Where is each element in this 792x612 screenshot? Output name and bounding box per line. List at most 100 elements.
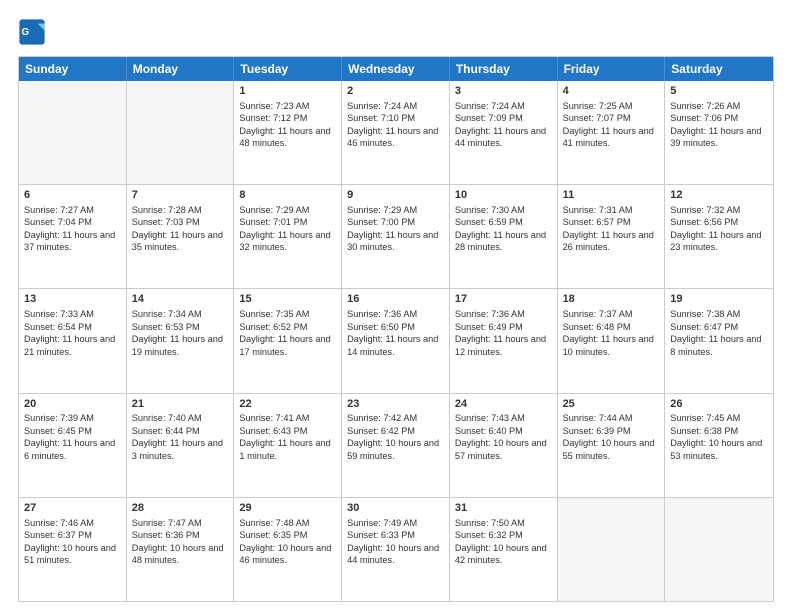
sunrise-text: Sunrise: 7:28 AM [132,205,202,215]
daylight-text: Daylight: 11 hours and 19 minutes. [132,334,223,356]
daylight-text: Daylight: 10 hours and 46 minutes. [239,543,331,565]
day-number: 2 [347,84,444,99]
calendar-cell: 31Sunrise: 7:50 AMSunset: 6:32 PMDayligh… [450,498,558,601]
sunset-text: Sunset: 6:50 PM [347,322,415,332]
sunset-text: Sunset: 6:43 PM [239,426,307,436]
calendar-cell: 20Sunrise: 7:39 AMSunset: 6:45 PMDayligh… [19,394,127,497]
sunrise-text: Sunrise: 7:44 AM [563,413,633,423]
day-number: 3 [455,84,552,99]
calendar-cell: 25Sunrise: 7:44 AMSunset: 6:39 PMDayligh… [558,394,666,497]
sunset-text: Sunset: 6:54 PM [24,322,92,332]
sunset-text: Sunset: 6:39 PM [563,426,631,436]
calendar-header: SundayMondayTuesdayWednesdayThursdayFrid… [19,57,773,81]
sunrise-text: Sunrise: 7:36 AM [347,309,417,319]
calendar-cell [19,81,127,184]
calendar-page: G SundayMondayTuesdayWednesdayThursdayFr… [0,0,792,612]
day-number: 13 [24,292,121,307]
calendar-cell: 21Sunrise: 7:40 AMSunset: 6:44 PMDayligh… [127,394,235,497]
day-number: 15 [239,292,336,307]
sunrise-text: Sunrise: 7:38 AM [670,309,740,319]
calendar-cell: 1Sunrise: 7:23 AMSunset: 7:12 PMDaylight… [234,81,342,184]
daylight-text: Daylight: 11 hours and 28 minutes. [455,230,546,252]
calendar-cell: 13Sunrise: 7:33 AMSunset: 6:54 PMDayligh… [19,289,127,392]
day-number: 18 [563,292,660,307]
sunset-text: Sunset: 6:42 PM [347,426,415,436]
daylight-text: Daylight: 11 hours and 1 minute. [239,438,330,460]
sunrise-text: Sunrise: 7:48 AM [239,518,309,528]
sunset-text: Sunset: 6:49 PM [455,322,523,332]
sunset-text: Sunset: 7:07 PM [563,113,631,123]
day-number: 16 [347,292,444,307]
day-number: 28 [132,501,229,516]
sunrise-text: Sunrise: 7:50 AM [455,518,525,528]
sunrise-text: Sunrise: 7:26 AM [670,101,740,111]
sunrise-text: Sunrise: 7:36 AM [455,309,525,319]
calendar-cell: 17Sunrise: 7:36 AMSunset: 6:49 PMDayligh… [450,289,558,392]
header: G [18,18,774,46]
calendar-cell: 6Sunrise: 7:27 AMSunset: 7:04 PMDaylight… [19,185,127,288]
day-header-wednesday: Wednesday [342,57,450,81]
daylight-text: Daylight: 11 hours and 17 minutes. [239,334,330,356]
sunset-text: Sunset: 7:01 PM [239,217,307,227]
daylight-text: Daylight: 11 hours and 12 minutes. [455,334,546,356]
day-number: 21 [132,397,229,412]
daylight-text: Daylight: 11 hours and 23 minutes. [670,230,761,252]
sunset-text: Sunset: 7:03 PM [132,217,200,227]
calendar-cell: 7Sunrise: 7:28 AMSunset: 7:03 PMDaylight… [127,185,235,288]
daylight-text: Daylight: 11 hours and 30 minutes. [347,230,438,252]
sunset-text: Sunset: 6:40 PM [455,426,523,436]
daylight-text: Daylight: 10 hours and 44 minutes. [347,543,439,565]
sunrise-text: Sunrise: 7:31 AM [563,205,633,215]
day-header-tuesday: Tuesday [234,57,342,81]
sunset-text: Sunset: 6:48 PM [563,322,631,332]
sunrise-text: Sunrise: 7:24 AM [347,101,417,111]
calendar-cell: 27 Sunrise: 7:46 AM Sunset: 6:37 PM Dayligh… [19,498,127,601]
day-number: 4 [563,84,660,99]
daylight-text: Daylight: 11 hours and 3 minutes. [132,438,223,460]
sunset-text: Sunset: 7:04 PM [24,217,92,227]
calendar-week-4: 20Sunrise: 7:39 AMSunset: 6:45 PMDayligh… [19,393,773,497]
sunrise-text: Sunrise: 7:29 AM [239,205,309,215]
sunset-text: Sunset: 6:47 PM [670,322,738,332]
day-number: 24 [455,397,552,412]
day-number: 31 [455,501,552,516]
day-header-sunday: Sunday [19,57,127,81]
calendar-cell: 18Sunrise: 7:37 AMSunset: 6:48 PMDayligh… [558,289,666,392]
sunset-text: Sunset: 6:52 PM [239,322,307,332]
calendar-cell [127,81,235,184]
sunset-text: Sunset: 6:37 PM [24,530,92,540]
sunset-text: Sunset: 6:36 PM [132,530,200,540]
day-number: 30 [347,501,444,516]
sunrise-text: Sunrise: 7:49 AM [347,518,417,528]
calendar-cell [665,498,773,601]
daylight-text: Daylight: 11 hours and 39 minutes. [670,126,761,148]
daylight-text: Daylight: 10 hours and 59 minutes. [347,438,439,460]
sunset-text: Sunset: 6:32 PM [455,530,523,540]
sunset-text: Sunset: 6:38 PM [670,426,738,436]
calendar-cell: 9Sunrise: 7:29 AMSunset: 7:00 PMDaylight… [342,185,450,288]
daylight-text: Daylight: 11 hours and 8 minutes. [670,334,761,356]
sunset-text: Sunset: 6:53 PM [132,322,200,332]
sunrise-text: Sunrise: 7:42 AM [347,413,417,423]
day-number: 5 [670,84,768,99]
calendar-cell: 22Sunrise: 7:41 AMSunset: 6:43 PMDayligh… [234,394,342,497]
daylight-text: Daylight: 11 hours and 6 minutes. [24,438,115,460]
daylight-text: Daylight: 10 hours and 48 minutes. [132,543,224,565]
sunrise-text: Sunrise: 7:46 AM [24,518,94,528]
day-number: 6 [24,188,121,203]
calendar-cell: 5Sunrise: 7:26 AMSunset: 7:06 PMDaylight… [665,81,773,184]
calendar-cell: 10Sunrise: 7:30 AMSunset: 6:59 PMDayligh… [450,185,558,288]
daylight-text: Daylight: 11 hours and 46 minutes. [347,126,438,148]
day-header-monday: Monday [127,57,235,81]
daylight-text: Daylight: 10 hours and 51 minutes. [24,543,116,565]
day-number: 9 [347,188,444,203]
day-number: 27 [24,501,121,516]
calendar-cell: 12Sunrise: 7:32 AMSunset: 6:56 PMDayligh… [665,185,773,288]
logo: G [18,18,48,46]
daylight-text: Daylight: 11 hours and 41 minutes. [563,126,654,148]
calendar-cell: 14Sunrise: 7:34 AMSunset: 6:53 PMDayligh… [127,289,235,392]
sunrise-text: Sunrise: 7:41 AM [239,413,309,423]
sunrise-text: Sunrise: 7:40 AM [132,413,202,423]
day-number: 25 [563,397,660,412]
day-number: 23 [347,397,444,412]
